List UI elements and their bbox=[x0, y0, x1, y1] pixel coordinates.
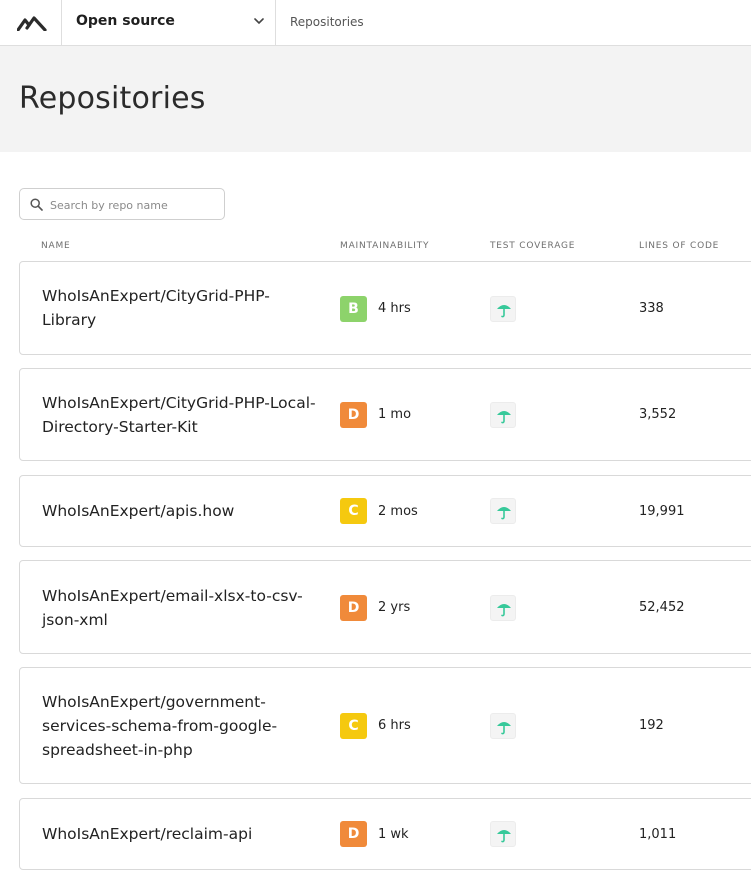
lines-of-code: 19,991 bbox=[639, 504, 685, 519]
maintainability-time: 2 yrs bbox=[378, 600, 411, 615]
repo-name[interactable]: WhoIsAnExpert/reclaim-api bbox=[42, 822, 332, 846]
page-title: Repositories bbox=[19, 81, 206, 116]
repo-row[interactable]: WhoIsAnExpert/government- services-schem… bbox=[19, 667, 751, 784]
column-header-lines-of-code[interactable]: LINES OF CODE bbox=[639, 241, 719, 251]
maintainability-grade-badge: B bbox=[340, 296, 367, 322]
lines-of-code: 52,452 bbox=[639, 600, 685, 615]
maintainability-time: 2 mos bbox=[378, 504, 418, 519]
test-coverage-indicator bbox=[490, 296, 516, 322]
test-coverage-indicator bbox=[490, 402, 516, 428]
maintainability-time: 1 mo bbox=[378, 407, 412, 422]
lines-of-code: 1,011 bbox=[639, 827, 677, 842]
repo-name-line: Library bbox=[42, 311, 97, 329]
repo-row[interactable]: WhoIsAnExpert/CityGrid-PHP-Local- Direct… bbox=[19, 368, 751, 461]
umbrella-icon bbox=[497, 507, 511, 520]
repo-row[interactable]: WhoIsAnExpert/reclaim-api D 1 wk 1,011 bbox=[19, 798, 751, 870]
test-coverage-indicator bbox=[490, 498, 516, 524]
test-coverage-indicator bbox=[490, 821, 516, 847]
top-navigation-bar: Open source Repositories bbox=[0, 0, 751, 46]
umbrella-icon bbox=[497, 305, 511, 318]
repo-name-line: WhoIsAnExpert/CityGrid-PHP- bbox=[42, 287, 270, 305]
repo-name-line: WhoIsAnExpert/CityGrid-PHP-Local- bbox=[42, 394, 316, 412]
maintainability-grade-badge: C bbox=[340, 498, 367, 524]
logo[interactable] bbox=[0, 0, 62, 45]
lines-of-code: 338 bbox=[639, 301, 664, 316]
repo-row[interactable]: WhoIsAnExpert/email-xlsx-to-csv- json-xm… bbox=[19, 560, 751, 654]
repo-name-line: WhoIsAnExpert/reclaim-api bbox=[42, 825, 253, 843]
column-header-name[interactable]: NAME bbox=[41, 241, 71, 251]
column-header-maintainability[interactable]: MAINTAINABILITY bbox=[340, 241, 429, 251]
repo-name-line: WhoIsAnExpert/apis.how bbox=[42, 502, 235, 520]
column-header-test-coverage[interactable]: TEST COVERAGE bbox=[490, 241, 575, 251]
maintainability-grade-badge: D bbox=[340, 402, 367, 428]
repo-name-line: json-xml bbox=[42, 611, 108, 629]
breadcrumb[interactable]: Repositories bbox=[290, 15, 364, 29]
repo-name[interactable]: WhoIsAnExpert/government- services-schem… bbox=[42, 690, 332, 762]
repo-name-line: WhoIsAnExpert/email-xlsx-to-csv- bbox=[42, 587, 303, 605]
organization-selector[interactable]: Open source bbox=[62, 0, 276, 45]
repo-row[interactable]: WhoIsAnExpert/CityGrid-PHP- Library B 4 … bbox=[19, 261, 751, 355]
lines-of-code: 192 bbox=[639, 718, 664, 733]
repo-name[interactable]: WhoIsAnExpert/apis.how bbox=[42, 499, 332, 523]
repo-name[interactable]: WhoIsAnExpert/email-xlsx-to-csv- json-xm… bbox=[42, 584, 332, 632]
maintainability-time: 1 wk bbox=[378, 827, 409, 842]
maintainability-grade-badge: D bbox=[340, 595, 367, 621]
lines-of-code: 3,552 bbox=[639, 407, 677, 422]
umbrella-icon bbox=[497, 604, 511, 617]
chevron-down-icon bbox=[254, 18, 264, 25]
umbrella-icon bbox=[497, 411, 511, 424]
maintainability-grade-badge: C bbox=[340, 713, 367, 739]
repo-name-line: Directory-Starter-Kit bbox=[42, 418, 198, 436]
umbrella-icon bbox=[497, 830, 511, 843]
repo-name[interactable]: WhoIsAnExpert/CityGrid-PHP-Local- Direct… bbox=[42, 391, 332, 439]
test-coverage-indicator bbox=[490, 713, 516, 739]
test-coverage-indicator bbox=[490, 595, 516, 621]
repo-name[interactable]: WhoIsAnExpert/CityGrid-PHP- Library bbox=[42, 284, 332, 332]
repo-name-line: spreadsheet-in-php bbox=[42, 741, 193, 759]
repo-name-line: WhoIsAnExpert/government- bbox=[42, 693, 266, 711]
codeclimate-logo-icon bbox=[17, 16, 47, 31]
maintainability-time: 6 hrs bbox=[378, 718, 411, 733]
search-box[interactable] bbox=[19, 188, 225, 220]
search-input[interactable] bbox=[50, 195, 220, 215]
page-header: Repositories bbox=[0, 46, 751, 152]
search-icon bbox=[30, 198, 43, 211]
repo-name-line: services-schema-from-google- bbox=[42, 717, 278, 735]
organization-name: Open source bbox=[76, 13, 175, 29]
repo-row[interactable]: WhoIsAnExpert/apis.how C 2 mos 19,991 bbox=[19, 475, 751, 547]
maintainability-time: 4 hrs bbox=[378, 301, 411, 316]
umbrella-icon bbox=[497, 722, 511, 735]
maintainability-grade-badge: D bbox=[340, 821, 367, 847]
